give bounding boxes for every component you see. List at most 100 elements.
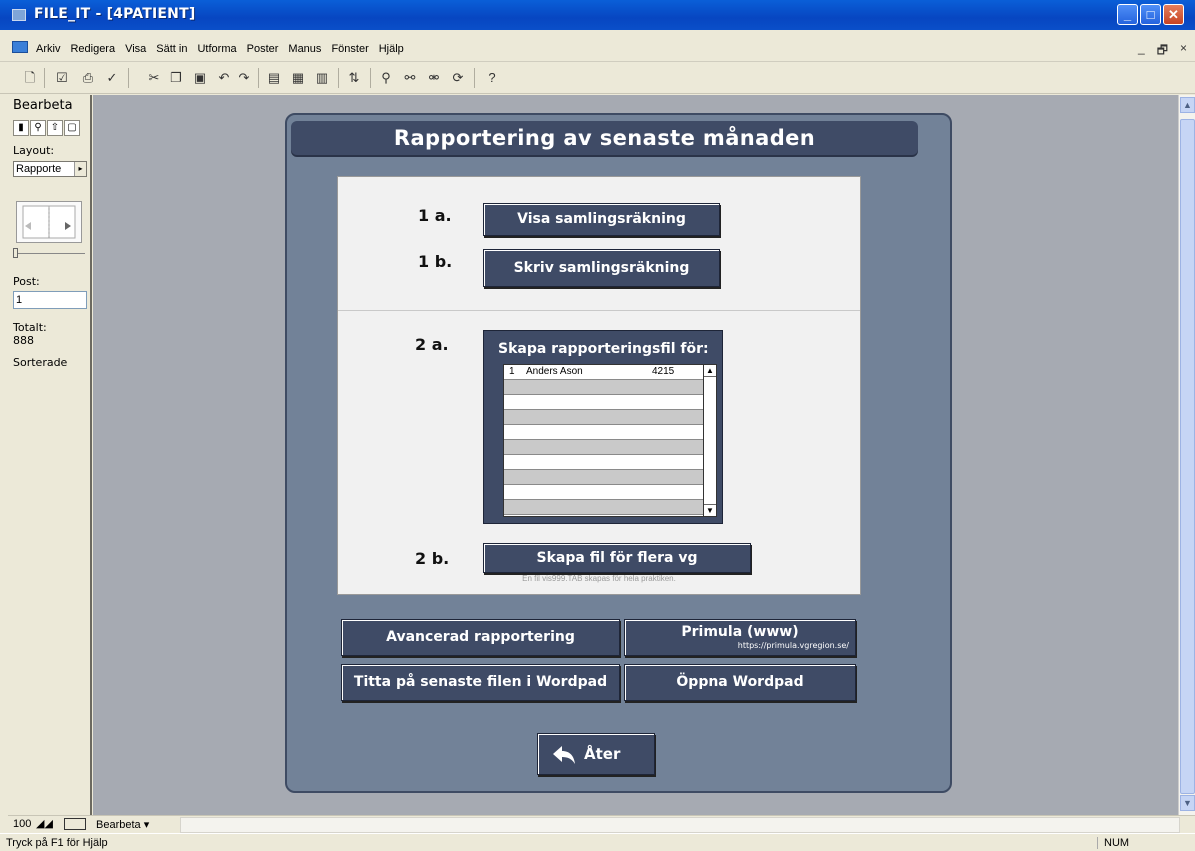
find-mode-icon[interactable]: ⚲ — [30, 120, 46, 136]
post-label: Post: — [13, 275, 40, 288]
undo-icon[interactable]: ↶ — [216, 70, 232, 86]
primula-label: Primula (www) — [681, 624, 799, 640]
toolbar-separator — [338, 68, 339, 88]
menu-poster[interactable]: Poster — [247, 43, 279, 55]
primula-url: https://primula.vgregion.se/ — [737, 641, 849, 650]
mode-label: Bearbeta — [13, 98, 73, 113]
step-1b-label: 1 b. — [418, 252, 453, 271]
advanced-reporting-button[interactable]: Avancerad rapportering — [341, 619, 620, 656]
list-item[interactable] — [504, 440, 716, 455]
mdi-restore-button[interactable]: 🗗 — [1157, 41, 1168, 62]
vertical-scrollbar[interactable]: ▲ ▼ — [1178, 95, 1195, 815]
file-note: En fil vis999.TAB skapas för hela prakti… — [522, 574, 676, 583]
replace-icon[interactable]: ⟳ — [450, 70, 466, 86]
list-item[interactable]: 1 Anders Ason 4215 — [504, 365, 716, 380]
find-icon[interactable]: ⚲ — [378, 70, 394, 86]
toolbar-separator — [258, 68, 259, 88]
mode-buttons: ▮ ⚲ ⇧ ▢ — [13, 120, 80, 136]
scroll-down-icon[interactable]: ▼ — [1180, 795, 1195, 811]
new-icon[interactable]: 🗋 — [22, 70, 38, 86]
scroll-down-icon[interactable]: ▼ — [704, 504, 716, 516]
print-icon[interactable]: ⎙ — [80, 70, 96, 86]
report-panel: Rapportering av senaste månaden 1 a. Vis… — [285, 113, 952, 793]
paste-icon[interactable]: ▣ — [192, 70, 208, 86]
document-icon[interactable] — [12, 41, 28, 53]
mdi-close-button[interactable]: × — [1180, 41, 1187, 62]
zoom-level[interactable]: 100 — [13, 818, 31, 830]
status-toggle-icon[interactable] — [64, 818, 86, 830]
toolbar-separator — [474, 68, 475, 88]
find-all-icon[interactable]: ⚯ — [402, 70, 418, 86]
print-invoice-button[interactable]: Skriv samlingsräkning — [483, 249, 720, 287]
row-number: 1 — [509, 366, 515, 377]
primula-button[interactable]: Primula (www) https://primula.vgregion.s… — [624, 619, 856, 656]
chevron-down-icon: ▾ — [143, 819, 150, 831]
omit-icon[interactable]: ⚮ — [426, 70, 442, 86]
menu-fonster[interactable]: Fönster — [331, 43, 368, 55]
view-last-file-button[interactable]: Titta på senaste filen i Wordpad — [341, 664, 620, 701]
checkbox-icon[interactable]: ☑ — [54, 70, 70, 86]
report-file-list: Skapa rapporteringsfil för: 1 Anders Ason… — [483, 330, 723, 524]
list-item[interactable] — [504, 395, 716, 410]
row-name: Anders Ason — [526, 366, 583, 377]
help-icon[interactable]: ? — [484, 70, 500, 86]
menu-visa[interactable]: Visa — [125, 43, 146, 55]
doctor-list[interactable]: 1 Anders Ason 4215 ▲ ▼ — [503, 364, 717, 517]
sorted-label: Sorterade — [13, 356, 68, 369]
layout-select[interactable]: Rapporte ▸ — [13, 161, 87, 177]
num-lock-indicator: NUM — [1097, 837, 1137, 849]
minimize-button[interactable]: _ — [1117, 4, 1138, 25]
layout-mode-icon[interactable]: ⇧ — [47, 120, 63, 136]
list-item[interactable] — [504, 500, 716, 515]
cut-icon[interactable]: ✂ — [146, 70, 162, 86]
menu-satt-in[interactable]: Sätt in — [156, 43, 187, 55]
slider-handle[interactable] — [13, 248, 18, 258]
browse-icon[interactable]: ▤ — [266, 70, 282, 86]
step-1a-label: 1 a. — [418, 206, 452, 225]
list-item[interactable] — [504, 455, 716, 470]
close-button[interactable]: ✕ — [1163, 4, 1184, 25]
back-arrow-icon — [552, 744, 576, 770]
menu-arkiv[interactable]: Arkiv — [36, 43, 60, 55]
sort-icon[interactable]: ⇅ — [346, 70, 362, 86]
menu-hjalp[interactable]: Hjälp — [379, 43, 404, 55]
zoom-out-icon[interactable]: ◢◢ — [36, 817, 53, 830]
list-item[interactable] — [504, 425, 716, 440]
record-slider[interactable] — [13, 248, 85, 258]
list-item[interactable] — [504, 485, 716, 500]
menu-utforma[interactable]: Utforma — [197, 43, 236, 55]
copy-icon[interactable]: ❐ — [168, 70, 184, 86]
toolbar-separator — [370, 68, 371, 88]
scroll-up-icon[interactable]: ▲ — [1180, 97, 1195, 113]
app-icon[interactable] — [12, 9, 26, 21]
create-file-multiple-button[interactable]: Skapa fil för flera vg — [483, 543, 751, 573]
list-item[interactable] — [504, 410, 716, 425]
maximize-button[interactable]: □ — [1140, 4, 1161, 25]
record-book-icon[interactable] — [16, 201, 82, 243]
list-item[interactable] — [504, 470, 716, 485]
form-title: Rapportering av senaste månaden — [291, 121, 918, 155]
back-button[interactable]: Åter — [537, 733, 655, 775]
mdi-minimize-button[interactable]: _ — [1138, 41, 1145, 62]
scroll-thumb[interactable] — [1180, 119, 1195, 794]
menu-redigera[interactable]: Redigera — [70, 43, 115, 55]
step-2a-label: 2 a. — [415, 335, 449, 354]
new-record-icon[interactable]: ▦ — [290, 70, 306, 86]
show-invoice-button[interactable]: Visa samlingsräkning — [483, 203, 720, 236]
list-scrollbar[interactable]: ▲ ▼ — [703, 365, 716, 516]
status-bar: Tryck på F1 för Hjälp NUM — [0, 833, 1195, 851]
toolbar: 🗋 ☑ ⎙ ✓ ✂ ❐ ▣ ↶ ↷ ▤ ▦ ▥ ⇅ ⚲ ⚯ ⚮ ⟳ ? — [0, 62, 1195, 94]
delete-record-icon[interactable]: ▥ — [314, 70, 330, 86]
redo-icon[interactable]: ↷ — [236, 70, 252, 86]
list-item[interactable] — [504, 380, 716, 395]
scroll-up-icon[interactable]: ▲ — [704, 365, 716, 377]
browse-mode-icon[interactable]: ▮ — [13, 120, 29, 136]
menu-manus[interactable]: Manus — [288, 43, 321, 55]
preview-mode-icon[interactable]: ▢ — [64, 120, 80, 136]
spellcheck-icon[interactable]: ✓ — [104, 70, 120, 86]
open-wordpad-button[interactable]: Öppna Wordpad — [624, 664, 856, 701]
mode-select[interactable]: Bearbeta ▾ — [96, 818, 149, 831]
total-label: Totalt: — [13, 321, 47, 334]
post-input[interactable]: 1 — [13, 291, 87, 309]
horizontal-scrollbar[interactable] — [180, 817, 1180, 833]
